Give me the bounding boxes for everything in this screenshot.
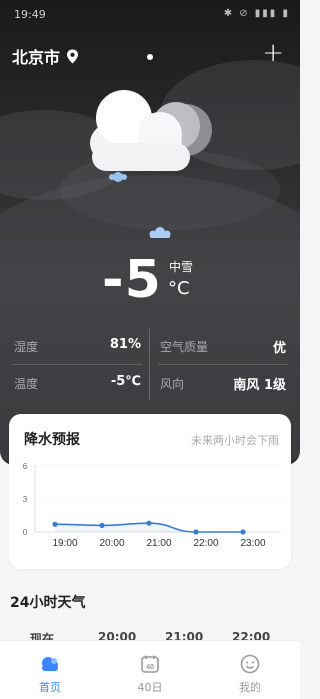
wind-value: 南风 1级 xyxy=(233,378,286,393)
location-pin-icon[interactable] xyxy=(66,49,79,64)
hourly-section-title: 24小时天气 xyxy=(10,595,86,611)
precipitation-hint: 未来两小时会下雨 xyxy=(191,434,279,447)
data-point xyxy=(99,522,105,528)
data-point xyxy=(193,529,199,535)
snow-cloud-icon xyxy=(90,90,212,182)
humidity-label: 湿度 xyxy=(14,340,39,354)
data-point xyxy=(146,520,152,526)
y-tick-label: 0 xyxy=(23,528,28,537)
snowflake-icon xyxy=(149,227,171,238)
temperature-value: -5℃ xyxy=(110,374,141,389)
precipitation-chart: 6 3 0 19:00 20:00 21:00 22:00 23:00 xyxy=(23,462,281,549)
data-point xyxy=(52,521,58,527)
data-point xyxy=(240,529,246,535)
stats-divider xyxy=(149,329,150,401)
status-bar: 19:49 ✱ ⊘ ▮▮▮ ▮ xyxy=(0,0,300,28)
stats-divider xyxy=(158,364,288,365)
nav-item-40-day[interactable]: 40 40日 xyxy=(100,641,200,699)
add-city-button[interactable]: + xyxy=(262,38,284,68)
stats-divider xyxy=(12,364,142,365)
temperature-label: 温度 xyxy=(14,377,39,391)
city-name[interactable]: 北京市 xyxy=(12,44,60,68)
nav-label-40-day: 40日 xyxy=(137,681,163,694)
humidity-value: 81% xyxy=(109,337,141,352)
weather-hero: 19:49 ✱ ⊘ ▮▮▮ ▮ 北京市 + -5 中雪 °C 湿度 81% 空气… xyxy=(0,0,300,465)
air-quality-value: 优 xyxy=(272,341,286,356)
y-tick-label: 3 xyxy=(23,495,28,504)
x-tick-label: 21:00 xyxy=(146,538,171,549)
svg-text:40: 40 xyxy=(146,664,154,671)
x-tick-label: 20:00 xyxy=(99,538,124,549)
weather-condition: 中雪 xyxy=(169,260,194,274)
page-indicator-dot xyxy=(147,54,153,60)
current-temperature: -5 xyxy=(102,250,162,310)
x-tick-label: 23:00 xyxy=(240,538,265,549)
nav-item-home[interactable]: 首页 xyxy=(0,641,100,699)
calendar-40-icon: 40 xyxy=(141,655,159,673)
air-quality-label: 空气质量 xyxy=(160,340,209,354)
y-tick-label: 6 xyxy=(23,462,28,471)
top-bar: 北京市 + xyxy=(0,38,300,70)
status-icons: ✱ ⊘ ▮▮▮ ▮ xyxy=(223,8,290,19)
x-tick-label: 22:00 xyxy=(193,538,218,549)
nav-label-home: 首页 xyxy=(39,681,61,694)
smiley-face-icon xyxy=(240,654,260,674)
precipitation-card: 降水预报 未来两小时会下雨 6 3 0 19:00 20:00 21:00 22:00 23:… xyxy=(9,414,291,569)
nav-item-profile[interactable]: 我的 xyxy=(200,641,300,699)
temperature-unit: °C xyxy=(168,278,190,299)
x-tick-label: 19:00 xyxy=(52,538,77,549)
status-time: 19:49 xyxy=(14,8,46,21)
nav-label-profile: 我的 xyxy=(239,681,261,694)
wind-label: 风向 xyxy=(160,377,185,391)
weather-stats: 湿度 81% 空气质量 优 温度 -5℃ 风向 南风 1级 xyxy=(0,327,300,403)
bottom-navigation: 首页 40 40日 我的 xyxy=(0,640,300,699)
precipitation-title: 降水预报 xyxy=(24,432,80,448)
home-cloud-icon xyxy=(42,657,58,671)
